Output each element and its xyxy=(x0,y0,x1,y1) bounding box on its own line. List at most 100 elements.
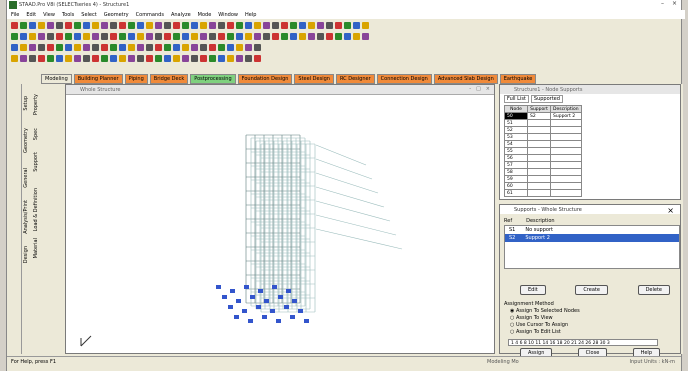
toolbar-icon[interactable] xyxy=(11,21,18,29)
toolbar-icon[interactable] xyxy=(74,43,81,51)
assign-selected-nodes-radio[interactable]: Assign To Selected Nodes xyxy=(510,308,580,315)
toolbar-icon[interactable] xyxy=(344,21,351,29)
toolbar-icon[interactable] xyxy=(209,54,216,62)
minimize-button[interactable]: – xyxy=(661,0,664,7)
toolbar-icon[interactable] xyxy=(281,21,288,29)
toolbar-icon[interactable] xyxy=(29,43,36,51)
mode-tab[interactable]: Building Planner xyxy=(73,74,123,84)
menu-file[interactable]: File xyxy=(11,12,19,18)
tab-full-list[interactable]: Full List xyxy=(504,94,529,103)
toolbar-icon[interactable] xyxy=(299,21,306,29)
support-marker[interactable] xyxy=(228,305,233,309)
toolbar-icon[interactable] xyxy=(362,21,369,29)
toolbar-icon[interactable] xyxy=(101,54,108,62)
toolbar-icon[interactable] xyxy=(11,54,18,62)
mode-tab[interactable]: Postprocessing xyxy=(190,74,236,84)
table-row[interactable]: 58 xyxy=(504,168,582,176)
toolbar-icon[interactable] xyxy=(47,32,54,40)
mode-tab[interactable]: Steel Design xyxy=(294,74,334,84)
support-marker[interactable] xyxy=(290,315,295,319)
support-marker[interactable] xyxy=(262,315,267,319)
structure-member[interactable] xyxy=(315,144,367,166)
toolbar-icon[interactable] xyxy=(173,21,180,29)
toolbar-icon[interactable] xyxy=(128,21,135,29)
toolbar-icon[interactable] xyxy=(236,43,243,51)
toolbar-icon[interactable] xyxy=(29,21,36,29)
toolbar-icon[interactable] xyxy=(254,21,261,29)
toolbar-icon[interactable] xyxy=(326,21,333,29)
edit-list-field[interactable]: 1 4 6 8 10 11 14 16 18 20 21 24 26 28 30… xyxy=(508,339,658,346)
toolbar-icon[interactable] xyxy=(227,54,234,62)
toolbar-icon[interactable] xyxy=(236,32,243,40)
toolbar-icon[interactable] xyxy=(20,54,27,62)
toolbar-icon[interactable] xyxy=(218,21,225,29)
support-marker[interactable] xyxy=(230,289,235,293)
toolbar-icon[interactable] xyxy=(236,21,243,29)
create-button[interactable]: Create xyxy=(575,285,608,295)
toolbar-icon[interactable] xyxy=(218,54,225,62)
toolbar-icon[interactable] xyxy=(353,21,360,29)
toolbar-icon[interactable] xyxy=(65,54,72,62)
support-marker[interactable] xyxy=(292,299,297,303)
toolbar-icon[interactable] xyxy=(245,32,252,40)
toolbar-icon[interactable] xyxy=(155,43,162,51)
menu-commands[interactable]: Commands xyxy=(136,12,164,18)
menu-edit[interactable]: Edit xyxy=(26,12,36,18)
vp-minimize-button[interactable]: - xyxy=(469,86,471,92)
toolbar-icon[interactable] xyxy=(191,21,198,29)
toolbar-icon[interactable] xyxy=(290,32,297,40)
toolbar-icon[interactable] xyxy=(335,21,342,29)
mode-tab[interactable]: RC Designer xyxy=(335,74,375,84)
toolbar-icon[interactable] xyxy=(119,32,126,40)
toolbar-icon[interactable] xyxy=(128,32,135,40)
list-item[interactable]: S2 Support 2 xyxy=(505,234,679,242)
toolbar-icon[interactable] xyxy=(110,21,117,29)
toolbar-icon[interactable] xyxy=(209,32,216,40)
structure-member[interactable] xyxy=(315,228,403,250)
toolbar-icon[interactable] xyxy=(92,32,99,40)
toolbar-icon[interactable] xyxy=(299,32,306,40)
support-marker[interactable] xyxy=(244,285,249,289)
toolbar-icon[interactable] xyxy=(308,32,315,40)
toolbar-icon[interactable] xyxy=(20,43,27,51)
toolbar-icon[interactable] xyxy=(110,32,117,40)
toolbar-icon[interactable] xyxy=(227,21,234,29)
toolbar-icon[interactable] xyxy=(290,21,297,29)
support-marker[interactable] xyxy=(278,295,283,299)
table-row[interactable]: 60 xyxy=(504,182,582,190)
toolbar-icon[interactable] xyxy=(20,21,27,29)
toolbar-icon[interactable] xyxy=(74,32,81,40)
list-item[interactable]: S1 No support xyxy=(505,226,679,234)
toolbar-icon[interactable] xyxy=(92,54,99,62)
toolbar-icon[interactable] xyxy=(74,21,81,29)
toolbar-icon[interactable] xyxy=(254,32,261,40)
toolbar-icon[interactable] xyxy=(56,21,63,29)
toolbar-icon[interactable] xyxy=(137,54,144,62)
column-header[interactable]: Node xyxy=(504,105,528,113)
support-marker[interactable] xyxy=(264,299,269,303)
toolbar-icon[interactable] xyxy=(254,54,261,62)
menu-help[interactable]: Help xyxy=(245,12,256,18)
toolbar-icon[interactable] xyxy=(317,32,324,40)
toolbar-icon[interactable] xyxy=(182,43,189,51)
toolbar-icon[interactable] xyxy=(227,32,234,40)
tab-property[interactable]: Property xyxy=(33,94,39,115)
toolbar-icon[interactable] xyxy=(137,21,144,29)
support-marker[interactable] xyxy=(304,319,309,323)
table-row[interactable]: 52 xyxy=(504,126,582,134)
table-row[interactable]: 61 xyxy=(504,189,582,197)
toolbar-icon[interactable] xyxy=(155,54,162,62)
menu-window[interactable]: Window xyxy=(218,12,238,18)
support-marker[interactable] xyxy=(258,289,263,293)
close-icon[interactable]: × xyxy=(667,206,674,215)
toolbar-icon[interactable] xyxy=(200,43,207,51)
toolbar-icon[interactable] xyxy=(191,54,198,62)
support-marker[interactable] xyxy=(284,305,289,309)
toolbar-icon[interactable] xyxy=(254,43,261,51)
toolbar-icon[interactable] xyxy=(146,32,153,40)
tab-support[interactable]: Support xyxy=(33,152,39,172)
table-row[interactable]: 54 xyxy=(504,140,582,148)
mode-tab[interactable]: Earthquake xyxy=(499,74,537,84)
support-marker[interactable] xyxy=(298,309,303,313)
toolbar-icon[interactable] xyxy=(83,43,90,51)
